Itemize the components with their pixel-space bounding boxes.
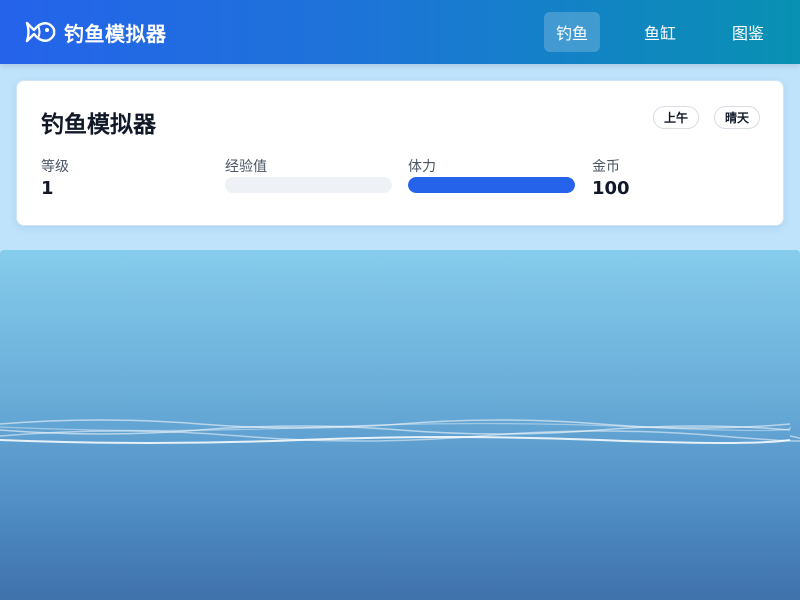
time-of-day-badge: 上午 <box>653 106 699 129</box>
fishing-water-area[interactable] <box>0 250 800 600</box>
nav-tab-fishing[interactable]: 钓鱼 <box>544 12 600 52</box>
experience-bar <box>225 177 392 193</box>
nav-tab-aquarium-label: 鱼缸 <box>643 24 676 43</box>
app-title: 钓鱼模拟器 <box>64 21 167 46</box>
fish-icon <box>25 21 56 43</box>
weather-badge: 晴天 <box>714 106 760 129</box>
level-label: 等级 <box>41 159 69 175</box>
water-surface-lines <box>0 419 800 444</box>
player-status-card: 钓鱼模拟器 上午 晴天 等级 1 经验值 体力 金币 100 <box>16 80 784 226</box>
experience-label: 经验值 <box>225 159 267 175</box>
stamina-label: 体力 <box>408 159 436 175</box>
coins-label: 金币 <box>592 159 620 175</box>
nav-tab-aquarium[interactable]: 鱼缸 <box>630 12 690 52</box>
nav-tab-encyclopedia[interactable]: 图鉴 <box>718 12 778 52</box>
stamina-bar-fill <box>408 177 575 193</box>
nav-tab-encyclopedia-label: 图鉴 <box>731 24 764 43</box>
coins-value: 100 <box>592 178 630 199</box>
brand[interactable]: 钓鱼模拟器 <box>24 16 167 48</box>
top-navbar: 钓鱼模拟器 钓鱼 鱼缸 图鉴 <box>0 0 800 64</box>
level-value: 1 <box>41 178 54 199</box>
status-card-title: 钓鱼模拟器 <box>41 112 156 138</box>
nav-tab-fishing-label: 钓鱼 <box>555 24 588 43</box>
stamina-bar <box>408 177 575 193</box>
